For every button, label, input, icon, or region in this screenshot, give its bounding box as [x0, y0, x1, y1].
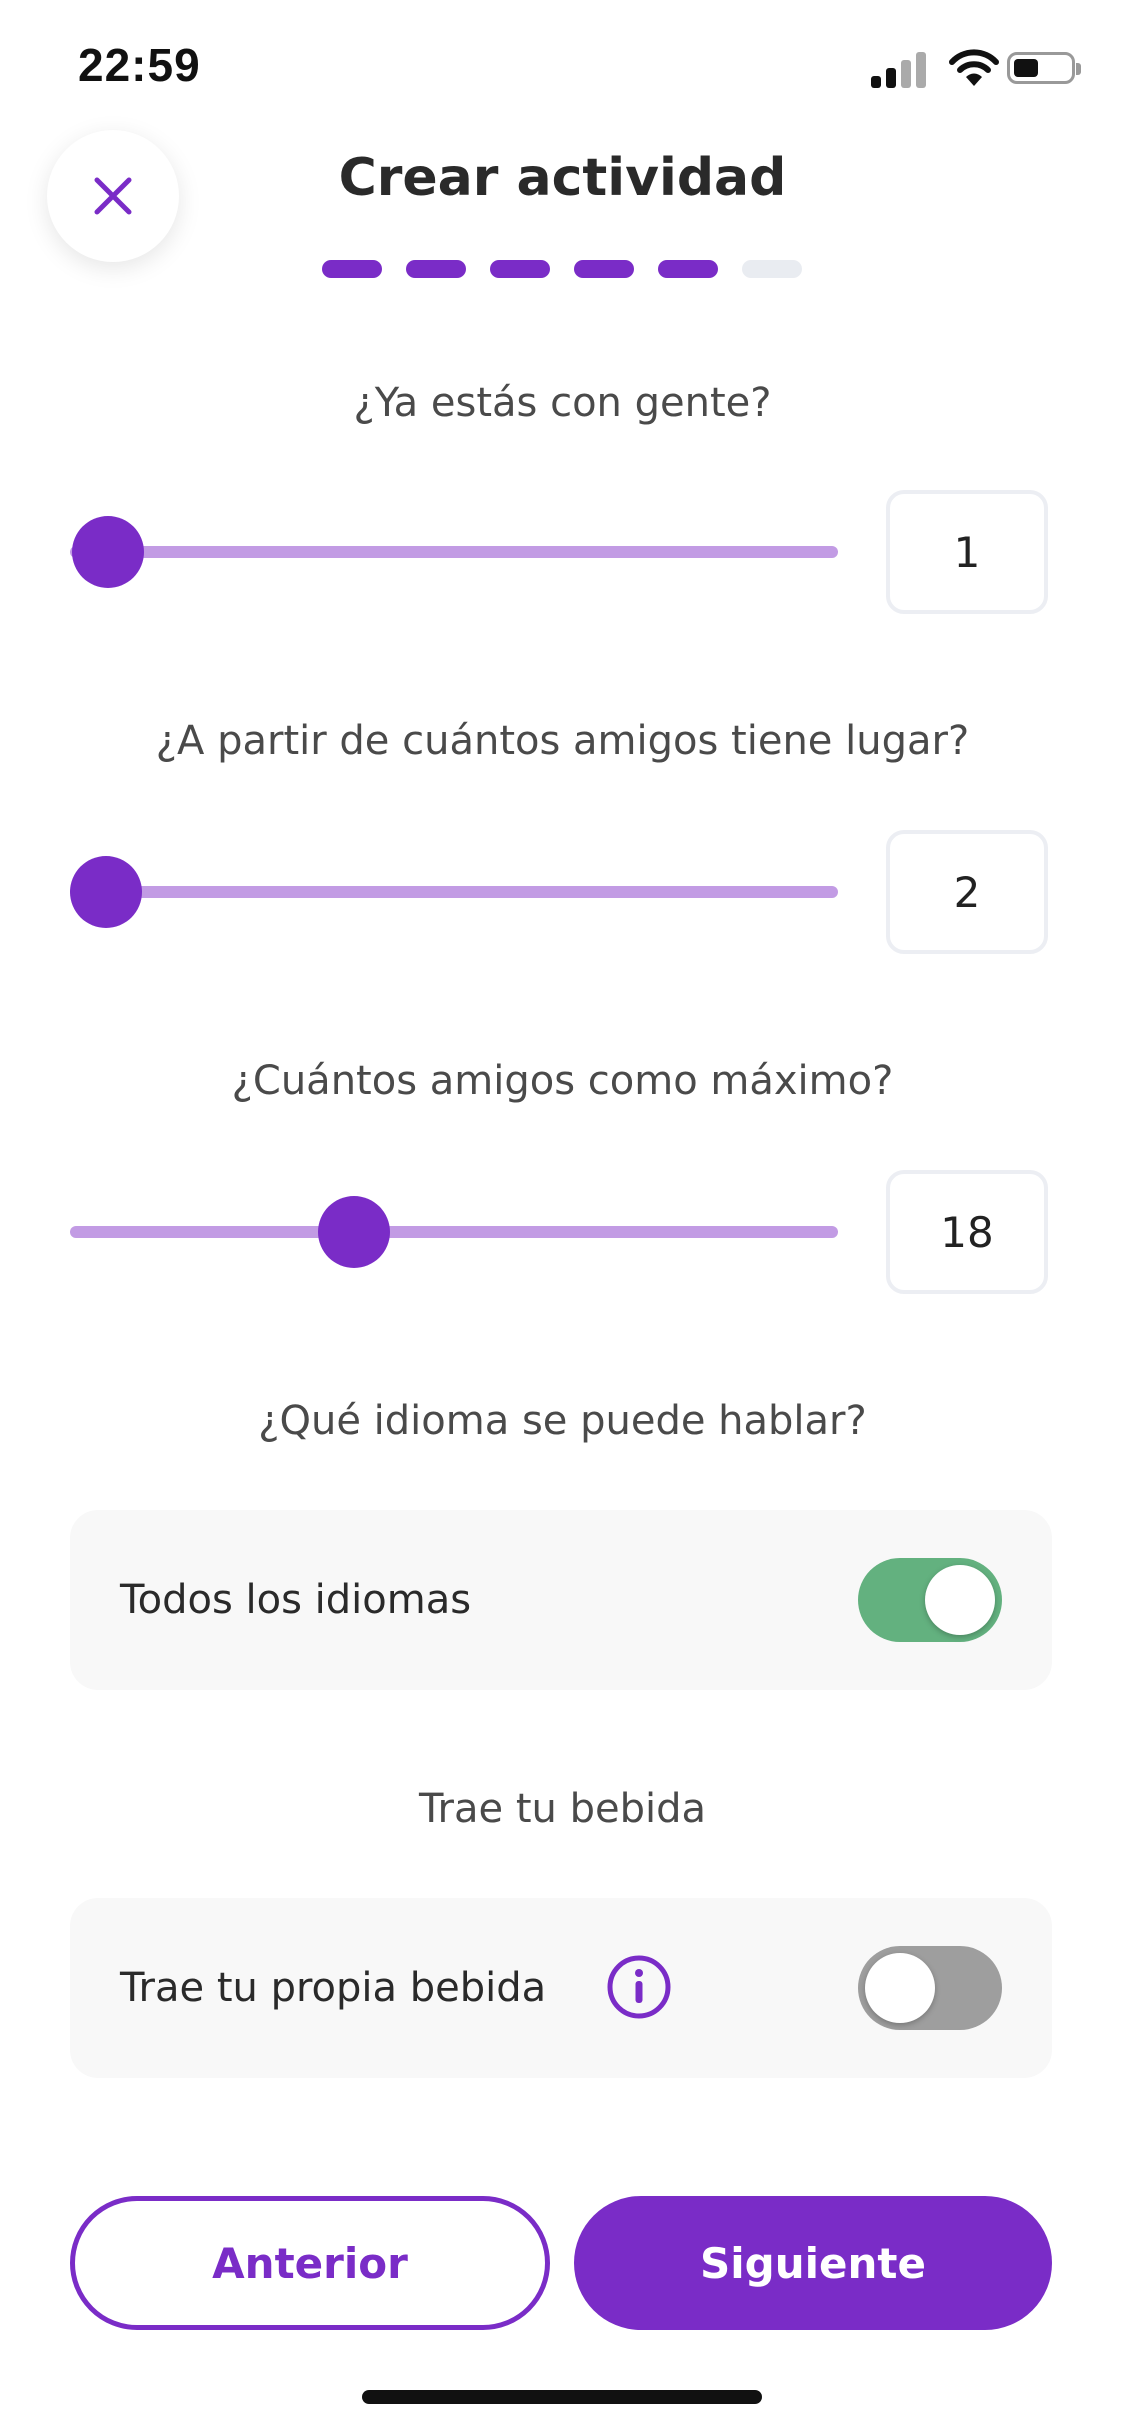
- page-title: Crear actividad: [338, 148, 787, 208]
- min-friends-value[interactable]: 2: [886, 830, 1048, 954]
- slider-thumb[interactable]: [318, 1196, 391, 1268]
- group-size-label: ¿Ya estás con gente?: [353, 380, 772, 426]
- toggle-knob: [925, 1565, 995, 1635]
- min-friends-slider[interactable]: [70, 850, 838, 934]
- drink-toggle-label: Trae tu propia bebida: [120, 1965, 547, 2011]
- next-button[interactable]: Siguiente: [574, 2196, 1052, 2330]
- slider-track: [70, 546, 838, 558]
- language-label: ¿Qué idioma se puede hablar?: [258, 1398, 867, 1444]
- info-icon[interactable]: [606, 1954, 672, 2020]
- slider-thumb[interactable]: [70, 856, 142, 928]
- slider-track: [70, 1226, 838, 1238]
- max-friends-label: ¿Cuántos amigos como máximo?: [231, 1058, 894, 1104]
- max-friends-slider[interactable]: [70, 1190, 838, 1274]
- home-indicator: [362, 2390, 762, 2404]
- slider-track: [70, 886, 838, 898]
- max-friends-value[interactable]: 18: [886, 1170, 1048, 1294]
- wifi-icon: [949, 48, 999, 88]
- status-time: 22:59: [78, 39, 201, 91]
- progress-step: [490, 260, 550, 278]
- min-friends-label: ¿A partir de cuántos amigos tiene lugar?: [155, 718, 970, 764]
- previous-button[interactable]: Anterior: [70, 2196, 550, 2330]
- group-size-slider[interactable]: [70, 510, 838, 594]
- progress-step: [658, 260, 718, 278]
- battery-icon: [1007, 52, 1081, 84]
- group-size-value[interactable]: 1: [886, 490, 1048, 614]
- language-toggle[interactable]: [858, 1558, 1002, 1642]
- language-card: Todos los idiomas: [70, 1510, 1052, 1690]
- language-toggle-label: Todos los idiomas: [120, 1577, 472, 1623]
- slider-thumb[interactable]: [72, 516, 145, 588]
- signal-icon: [871, 48, 931, 88]
- progress-step: [322, 260, 382, 278]
- progress-step: [742, 260, 802, 278]
- progress-step: [406, 260, 466, 278]
- step-progress: [322, 260, 802, 278]
- drink-toggle[interactable]: [858, 1946, 1002, 2030]
- drink-card: Trae tu propia bebida: [70, 1898, 1052, 2078]
- drink-label: Trae tu bebida: [419, 1786, 706, 1832]
- toggle-knob: [865, 1953, 935, 2023]
- progress-step: [574, 260, 634, 278]
